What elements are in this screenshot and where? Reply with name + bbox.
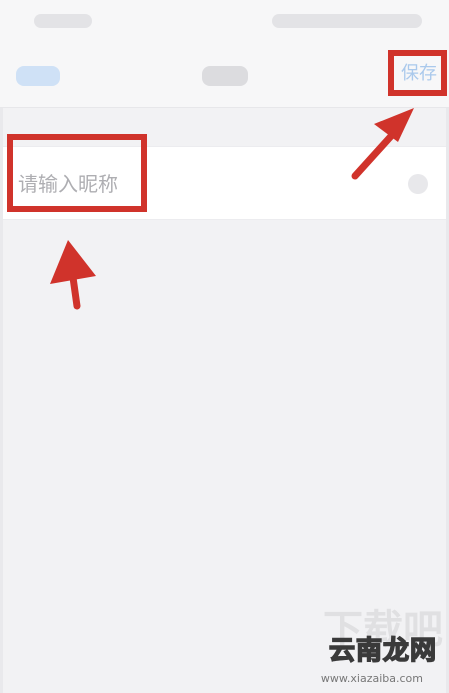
annotation-arrow-nickname — [50, 240, 96, 310]
annotation-arrows — [50, 108, 414, 310]
annotation-arrow-save — [351, 108, 414, 180]
watermark-brand: 云南龙网 — [328, 635, 437, 667]
watermark-url: www.xiazaiba.com — [320, 672, 423, 685]
